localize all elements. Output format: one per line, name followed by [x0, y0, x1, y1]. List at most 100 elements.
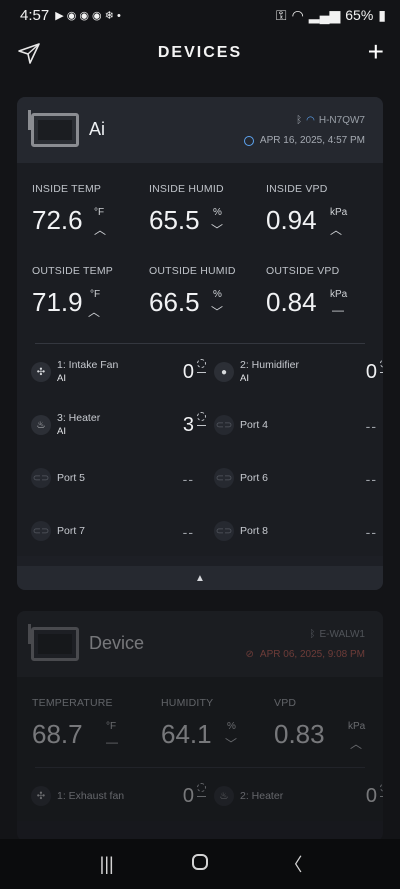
- trend-up-icon: ︿: [88, 305, 101, 319]
- last-updated: APR 16, 2025, 4:57 PM: [259, 135, 365, 146]
- bluetooth-icon: ᛒ: [296, 115, 303, 126]
- metric-label: HUMIDITY: [161, 697, 214, 709]
- metric-inside-humid: INSIDE HUMID 65.5 % ﹀: [149, 163, 266, 245]
- port-name: Port 7: [57, 525, 86, 537]
- flame-icon: ♨: [31, 415, 51, 435]
- trend-down-icon: ﹀: [211, 305, 224, 319]
- metric-label: OUTSIDE VPD: [266, 265, 340, 277]
- system-nav-bar: ||| 〈: [0, 839, 400, 889]
- metric-outside-vpd: OUTSIDE VPD 0.84 kPa —: [266, 245, 383, 327]
- add-device-button[interactable]: +: [368, 38, 384, 66]
- port-level: --: [365, 471, 377, 487]
- status-ring-icon: [197, 783, 206, 792]
- trend-down-icon: ﹀: [211, 223, 224, 237]
- trend-up-icon: ︿: [330, 223, 343, 237]
- metric-unit: °F: [94, 207, 105, 218]
- port-level: --: [365, 524, 377, 540]
- metric-vpd: VPD 0.83 kPa ︿: [274, 677, 383, 759]
- metric-value: 65.5: [149, 205, 200, 235]
- device-card[interactable]: Device ᛒ E-WALW1 ⊘ APR 06, 2025, 9:08 PM…: [17, 611, 383, 841]
- fan-icon: ✣: [31, 362, 51, 382]
- device-card[interactable]: Ai ᛒ ◠ H-N7QW7 APR 16, 2025, 4:57 PM INS…: [17, 97, 383, 590]
- network-id: H-N7QW7: [318, 115, 365, 126]
- plug-icon: ⊂⊃: [31, 468, 51, 488]
- recent-apps-button[interactable]: |||: [87, 854, 127, 875]
- metric-unit: %: [213, 289, 222, 300]
- page-title: DEVICES: [157, 44, 243, 61]
- flame-icon: ♨: [214, 786, 234, 806]
- port-name: 1: Exhaust fan: [57, 790, 125, 802]
- device-name: Ai: [89, 119, 106, 139]
- port-7[interactable]: ⊂⊃ Port 7 --: [29, 503, 212, 556]
- port-name: Port 8: [240, 525, 269, 537]
- port-name: Port 5: [57, 472, 86, 484]
- metric-unit: °F: [90, 289, 101, 300]
- port-2[interactable]: ♨ 2: Heater 0: [212, 768, 383, 821]
- metric-value: 0.94: [266, 205, 317, 235]
- metric-temperature: TEMPERATURE 68.7 °F —: [32, 677, 161, 759]
- metrics-grid: INSIDE TEMP 72.6 °F ︿ INSIDE HUMID 65.5 …: [17, 163, 383, 327]
- home-icon: [191, 853, 208, 870]
- port-mode: AI: [57, 373, 66, 384]
- metric-value: 0.83: [274, 719, 325, 749]
- drop-icon: ●: [214, 362, 234, 382]
- status-line-icon: [380, 794, 383, 797]
- back-button[interactable]: 〈: [273, 851, 313, 877]
- port-5[interactable]: ⊂⊃ Port 5 --: [29, 450, 212, 503]
- metric-unit: kPa: [330, 289, 348, 300]
- plug-icon: ⊂⊃: [31, 521, 51, 541]
- metric-label: OUTSIDE TEMP: [32, 265, 113, 277]
- device-card-header[interactable]: Ai ᛒ ◠ H-N7QW7 APR 16, 2025, 4:57 PM: [17, 97, 383, 163]
- metric-inside-vpd: INSIDE VPD 0.94 kPa ︿: [266, 163, 383, 245]
- port-2[interactable]: ● 2: Humidifier AI 0: [212, 344, 383, 397]
- status-ring-icon: [197, 412, 206, 421]
- fan-icon: ✣: [31, 786, 51, 806]
- port-level: 0: [182, 361, 194, 383]
- metric-value: 66.5: [149, 287, 200, 317]
- port-name: Port 4: [240, 419, 269, 431]
- port-1[interactable]: ✣ 1: Intake Fan AI 0: [29, 344, 212, 397]
- metric-label: INSIDE VPD: [266, 183, 328, 195]
- metric-label: TEMPERATURE: [32, 697, 113, 709]
- port-level: 0: [365, 361, 377, 383]
- device-card-header[interactable]: Device ᛒ E-WALW1 ⊘ APR 06, 2025, 9:08 PM: [17, 611, 383, 677]
- app-header: DEVICES +: [0, 30, 400, 76]
- home-button[interactable]: [180, 853, 220, 875]
- metric-unit: %: [213, 207, 222, 218]
- collapse-button[interactable]: ▲: [17, 566, 383, 590]
- port-name: 2: Humidifier: [240, 359, 299, 371]
- port-1[interactable]: ✣ 1: Exhaust fan 0: [29, 768, 212, 821]
- device-name: Device: [89, 633, 145, 653]
- metric-unit: kPa: [330, 207, 348, 218]
- port-6[interactable]: ⊂⊃ Port 6 --: [212, 450, 383, 503]
- metric-unit: °F: [106, 721, 117, 732]
- trend-flat-icon: —: [332, 303, 344, 317]
- port-name: 3: Heater: [57, 412, 101, 424]
- signal-icon: ▂▄▆: [308, 6, 341, 23]
- metric-label: INSIDE TEMP: [32, 183, 102, 195]
- trend-down-icon: ﹀: [225, 737, 238, 751]
- status-ring-icon: [380, 359, 383, 368]
- key-icon: ⚿: [275, 6, 287, 23]
- port-8[interactable]: ⊂⊃ Port 8 --: [212, 503, 383, 556]
- ports-grid: ✣ 1: Exhaust fan 0 ♨ 2: Heater 0: [17, 768, 383, 821]
- last-updated: APR 06, 2025, 9:08 PM: [259, 649, 365, 660]
- metric-inside-temp: INSIDE TEMP 72.6 °F ︿: [32, 163, 149, 245]
- offline-status-icon: ⊘: [245, 649, 254, 660]
- controller-device-icon: [28, 110, 79, 147]
- paper-plane-logo-icon[interactable]: [17, 41, 41, 65]
- status-ring-icon: [380, 783, 383, 792]
- port-3[interactable]: ♨ 3: Heater AI 3: [29, 397, 212, 450]
- status-line-icon: [197, 423, 206, 426]
- status-line-icon: [380, 370, 383, 373]
- trend-up-icon: ︿: [350, 737, 363, 751]
- plug-icon: ⊂⊃: [214, 415, 234, 435]
- port-level: --: [182, 524, 194, 540]
- port-level: 0: [182, 785, 194, 807]
- plug-icon: ⊂⊃: [214, 521, 234, 541]
- metric-value: 68.7: [32, 719, 83, 749]
- status-line-icon: [197, 370, 206, 373]
- port-level: 3: [182, 414, 194, 436]
- status-ring-icon: [197, 359, 206, 368]
- port-4[interactable]: ⊂⊃ Port 4 --: [212, 397, 383, 450]
